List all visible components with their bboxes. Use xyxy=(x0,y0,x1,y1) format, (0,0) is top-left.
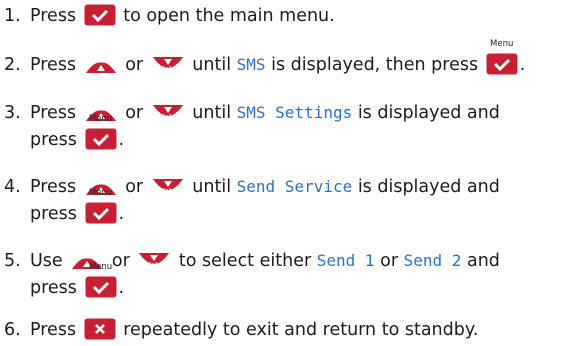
menu-key: Menu xyxy=(85,263,117,298)
svg-text:Redial: Redial xyxy=(93,181,108,187)
step-6: 6. Press repeatedly to exit and return to… xyxy=(4,318,479,340)
lcd-text: SMS xyxy=(236,55,266,74)
menu-key: Menu xyxy=(85,115,117,150)
step-1: 1.Press Menu to open the main menu. xyxy=(4,4,335,26)
step-number: 5. xyxy=(4,251,21,271)
down-key: Calls xyxy=(151,177,185,197)
step-5: 5. Use Redial or Calls to select either S… xyxy=(4,251,500,298)
svg-text:Redial: Redial xyxy=(93,107,108,113)
step-number: 4. xyxy=(4,177,21,197)
svg-text:Calls: Calls xyxy=(148,262,160,268)
lcd-text: Send Service xyxy=(236,177,353,196)
menu-key: Menu xyxy=(84,4,116,26)
lcd-text: SMS Settings xyxy=(236,103,353,122)
menu-key: Menu xyxy=(486,40,518,75)
step-2: 2. Press Redial or Calls until SMS is dis… xyxy=(4,39,526,76)
svg-text:Calls: Calls xyxy=(162,114,174,120)
step-number: 1. xyxy=(4,6,21,26)
step-number: 2. xyxy=(4,55,21,75)
step-number: 3. xyxy=(4,103,21,123)
up-key: Redial xyxy=(84,55,118,75)
lcd-text: Send 2 xyxy=(403,251,462,270)
down-key: Calls xyxy=(137,251,171,271)
down-key: Calls xyxy=(151,103,185,123)
menu-key: Menu xyxy=(85,189,117,224)
svg-text:Calls: Calls xyxy=(162,188,174,194)
lcd-text: Send 1 xyxy=(316,251,375,270)
svg-text:Redial: Redial xyxy=(80,255,95,261)
down-key: Calls xyxy=(151,55,185,75)
step-3: 3. Press Redial or Calls until SMS Settin… xyxy=(4,103,500,150)
svg-text:Redial: Redial xyxy=(93,59,108,65)
step-number: 6. xyxy=(4,320,21,340)
svg-text:Calls: Calls xyxy=(162,66,174,72)
clear-key xyxy=(84,318,116,340)
step-4: 4. Press Redial or Calls until Send Servi… xyxy=(4,177,500,224)
